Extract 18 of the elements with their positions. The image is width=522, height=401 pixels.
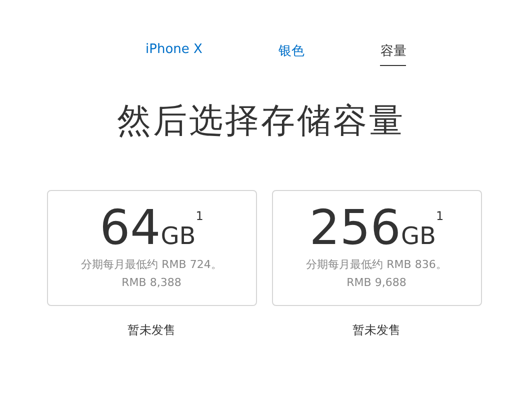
- availability-text: 暂未发售: [128, 322, 176, 339]
- nav-tab[interactable]: 银色: [278, 40, 304, 66]
- capacity-number: 64: [100, 203, 161, 253]
- capacity-card[interactable]: 64GB 1 分期每月最低约 RMB 724。 RMB 8,388: [46, 190, 256, 306]
- monthly-price: 分期每月最低约 RMB 836。: [306, 257, 447, 272]
- capacity-number: 256: [309, 203, 401, 253]
- page-heading: 然后选择存储容量: [117, 100, 405, 143]
- nav-tab[interactable]: 容量: [380, 40, 406, 66]
- monthly-price: 分期每月最低约 RMB 724。: [81, 257, 222, 272]
- price: RMB 9,688: [346, 276, 406, 289]
- capacity-unit: GB: [160, 224, 196, 248]
- price: RMB 8,388: [122, 276, 182, 289]
- capacity-card[interactable]: 256GB 1 分期每月最低约 RMB 836。 RMB 9,688: [272, 190, 482, 306]
- capacity-unit: GB: [400, 224, 436, 248]
- nav-tab[interactable]: iPhone X: [146, 40, 202, 66]
- footnote-mark: 1: [196, 209, 204, 223]
- availability-text: 暂未发售: [352, 322, 400, 339]
- footnote-mark: 1: [436, 209, 444, 223]
